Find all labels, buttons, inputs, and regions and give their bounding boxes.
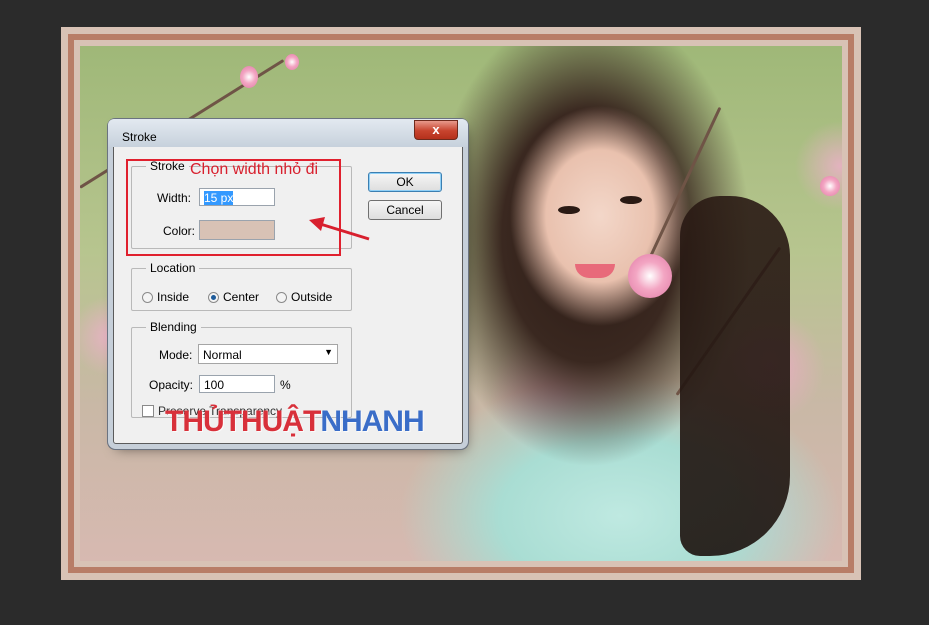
blossom: [240, 66, 258, 88]
location-group-legend: Location: [150, 261, 196, 275]
mode-label: Mode:: [159, 348, 193, 362]
radio-center-label: Center: [223, 290, 260, 304]
radio-outside[interactable]: [276, 292, 287, 303]
radio-inside-label: Inside: [157, 290, 190, 304]
opacity-value: 100: [204, 378, 225, 392]
opacity-unit: %: [280, 378, 291, 392]
radio-center[interactable]: [208, 292, 219, 303]
annotation-arrow-icon: [309, 217, 370, 241]
mouth: [575, 264, 615, 278]
close-button[interactable]: x: [414, 120, 458, 140]
mode-select[interactable]: Normal ▼: [198, 344, 338, 364]
watermark-part-2: NHANH: [320, 405, 424, 438]
eye: [558, 206, 580, 214]
chevron-down-icon: ▼: [324, 347, 333, 357]
dialog-body: Stroke Width: 15 px Color: Chọn width nh…: [114, 147, 462, 443]
radio-inside[interactable]: [142, 292, 153, 303]
dialog-titlebar[interactable]: Stroke x: [108, 119, 468, 147]
opacity-label: Opacity:: [149, 378, 194, 392]
mode-value: Normal: [203, 348, 242, 362]
close-icon: x: [432, 122, 440, 137]
watermark-logo: THỦTHUẬTNHANH: [165, 405, 425, 439]
ear-flower: [628, 254, 672, 298]
annotation-text: Chọn width nhỏ đi: [190, 161, 319, 178]
blossom: [820, 176, 840, 196]
dialog-title: Stroke: [122, 130, 157, 144]
eye: [620, 196, 642, 204]
blossom: [285, 54, 299, 70]
ok-button[interactable]: OK: [368, 172, 442, 192]
blending-group-legend: Blending: [150, 320, 197, 334]
radio-outside-label: Outside: [291, 290, 333, 304]
cancel-button[interactable]: Cancel: [368, 200, 442, 220]
stroke-dialog: Stroke x Stroke Width: 15 px Color: Chọn…: [108, 119, 468, 444]
preserve-transparency-checkbox[interactable]: [142, 405, 154, 417]
watermark-part-1: THỦTHUẬT: [165, 405, 321, 438]
hair: [680, 196, 790, 556]
opacity-input[interactable]: 100: [199, 375, 275, 393]
